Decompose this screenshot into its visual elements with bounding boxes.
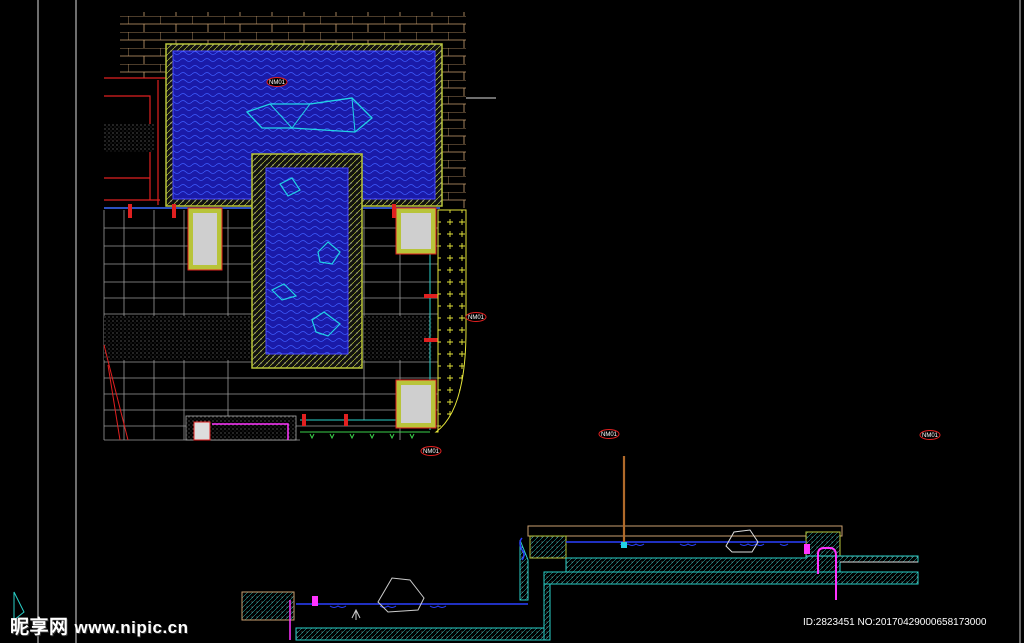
lower-pipe [312, 596, 318, 606]
section-stone-upper [725, 529, 759, 553]
pipe-fitting [804, 544, 810, 554]
lower-water-ripples [329, 605, 447, 608]
tag-section-right: NM01 [919, 430, 941, 440]
tag-label: NM01 [468, 315, 485, 321]
pole-base [621, 542, 627, 548]
tag-label: NM01 [269, 80, 286, 86]
bench-post [193, 421, 211, 441]
lower-wall [543, 583, 551, 641]
watermark-site: 昵享网 [10, 617, 69, 638]
paving-texture-1 [104, 124, 154, 152]
tag-section-left: NM01 [598, 429, 620, 439]
plan-view [37, 0, 1021, 643]
upper-base [543, 571, 919, 585]
section-wall-left [529, 535, 567, 559]
upper-water-ripples [619, 543, 789, 546]
cad-drawing-canvas: NM01 NM01 NM01 NM01 NM01 [13, 0, 1021, 643]
channel-water [265, 167, 349, 355]
tag-planting-edge: NM01 [465, 312, 487, 322]
lower-plant [351, 608, 361, 620]
section-top-cap [527, 525, 843, 537]
upper-slab [565, 555, 919, 573]
planting-bed [434, 209, 467, 433]
lower-left-block [241, 591, 295, 621]
tag-plan-bottom: NM01 [420, 446, 442, 456]
brick-paving-right [440, 12, 466, 208]
watermark-logo: 昵享网 www.nipic.cn [10, 612, 189, 639]
lower-slab [295, 627, 545, 641]
paving-texture-2 [104, 316, 252, 360]
watermark-url: www.nipic.cn [74, 618, 189, 637]
tag-label: NM01 [601, 432, 618, 438]
tag-label: NM01 [423, 449, 440, 455]
paving-texture-3 [364, 316, 432, 360]
tag-pool-top: NM01 [266, 77, 288, 87]
section-stone-lower [377, 577, 425, 613]
image-id-line: ID:2823451 NO:20170429000658173000 [803, 617, 987, 628]
green-drain-arrows [300, 431, 430, 440]
tag-label: NM01 [922, 433, 939, 439]
